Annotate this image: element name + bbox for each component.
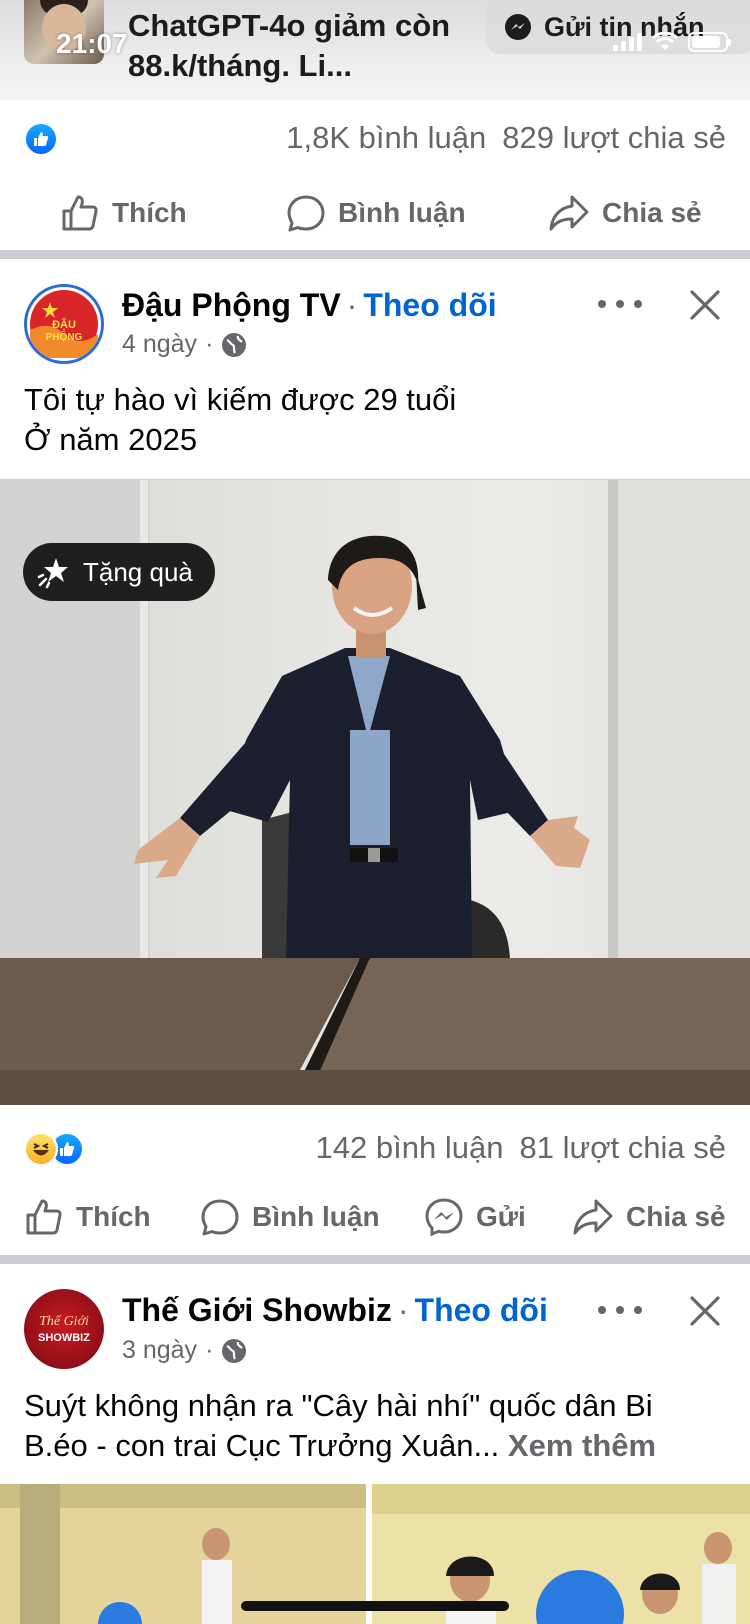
post-header-title: Thế Giới Showbiz · Theo dõi bbox=[122, 1292, 548, 1329]
sponsored-post-header: 21:07 ChatGPT-4o giảm còn 88.k/tháng. Li… bbox=[0, 0, 750, 100]
share-button[interactable]: Chia sẻ bbox=[572, 1197, 726, 1237]
share-label: Chia sẻ bbox=[626, 1201, 726, 1232]
top-post-actions: Thích Bình luận Chia sẻ bbox=[0, 178, 750, 248]
page-avatar[interactable]: ĐẬU PHỘNG bbox=[24, 284, 104, 364]
post-caption: Tôi tự hào vì kiếm được 29 tuổi Ở năm 20… bbox=[24, 380, 724, 460]
battery-icon bbox=[688, 32, 731, 52]
comment-button[interactable]: Bình luận bbox=[286, 193, 466, 233]
gift-button[interactable]: Tặng quà bbox=[23, 543, 215, 601]
share-button[interactable]: Chia sẻ bbox=[548, 193, 702, 233]
send-button[interactable]: Gửi bbox=[424, 1197, 526, 1237]
like-label: Thích bbox=[112, 197, 187, 228]
reaction-summary[interactable] bbox=[24, 1132, 84, 1166]
send-label: Gửi bbox=[476, 1201, 526, 1232]
globe-icon bbox=[222, 1338, 247, 1363]
messenger-icon bbox=[505, 14, 531, 40]
post-meta: 3 ngày · bbox=[122, 1336, 247, 1365]
post-stats: 142 bình luận 81 lượt chia sẻ bbox=[0, 1118, 750, 1178]
like-button[interactable]: Thích bbox=[60, 193, 187, 233]
like-reaction-icon bbox=[24, 122, 58, 156]
cellular-signal-icon bbox=[613, 33, 642, 51]
status-bar-time: 21:07 bbox=[56, 28, 128, 59]
post-header-title: Đậu Phộng TV · Theo dõi bbox=[122, 287, 497, 324]
comment-count[interactable]: 1,8K bình luận bbox=[286, 120, 486, 155]
page-name[interactable]: Đậu Phộng TV bbox=[122, 287, 341, 323]
post-actions: Thích Bình luận Gửi Chia sẻ bbox=[0, 1182, 750, 1252]
post-caption: Suýt không nhận ra "Cây hài nhí" quốc dâ… bbox=[24, 1386, 724, 1466]
messenger-icon bbox=[425, 1198, 463, 1237]
follow-button[interactable]: Theo dõi bbox=[363, 287, 496, 323]
page-name[interactable]: Thế Giới Showbiz bbox=[122, 1292, 392, 1328]
share-count[interactable]: 829 lượt chia sẻ bbox=[502, 120, 726, 155]
meta-separator: · bbox=[205, 330, 214, 358]
wifi-icon bbox=[652, 32, 678, 50]
like-label: Thích bbox=[76, 1201, 151, 1232]
svg-text:SHOWBIZ: SHOWBIZ bbox=[38, 1332, 90, 1344]
comment-bubble-icon bbox=[201, 1199, 239, 1236]
feed-divider bbox=[0, 250, 750, 259]
gift-star-icon bbox=[37, 558, 68, 589]
comment-button[interactable]: Bình luận bbox=[200, 1197, 380, 1237]
comment-label: Bình luận bbox=[252, 1201, 380, 1232]
share-count[interactable]: 81 lượt chia sẻ bbox=[519, 1130, 726, 1165]
dau-phong-logo: ĐẬU PHỘNG bbox=[30, 290, 98, 358]
post-time[interactable]: 4 ngày bbox=[122, 330, 197, 359]
share-arrow-icon bbox=[573, 1199, 613, 1235]
status-bar-icons bbox=[613, 32, 731, 52]
meta-separator: · bbox=[205, 1336, 214, 1364]
caption-line-1: Tôi tự hào vì kiếm được 29 tuổi bbox=[24, 382, 457, 417]
post-time[interactable]: 3 ngày bbox=[122, 1336, 197, 1365]
name-separator: · bbox=[397, 1292, 409, 1328]
comment-count[interactable]: 142 bình luận bbox=[316, 1130, 504, 1165]
feed-divider bbox=[0, 1255, 750, 1264]
share-label: Chia sẻ bbox=[602, 197, 702, 228]
reaction-summary[interactable] bbox=[24, 122, 58, 156]
more-options-button[interactable] bbox=[598, 1295, 642, 1325]
sponsored-post-title[interactable]: ChatGPT-4o giảm còn 88.k/tháng. Li... bbox=[128, 6, 458, 86]
close-icon[interactable] bbox=[688, 288, 722, 322]
more-options-button[interactable] bbox=[598, 289, 642, 319]
thumbs-up-icon bbox=[62, 195, 98, 231]
post-meta: 4 ngày · bbox=[122, 330, 247, 359]
caption-line-2: Ở năm 2025 bbox=[24, 422, 198, 457]
name-separator: · bbox=[346, 287, 358, 323]
svg-text:PHỘNG: PHỘNG bbox=[46, 330, 83, 343]
close-icon[interactable] bbox=[688, 1294, 722, 1328]
like-button[interactable]: Thích bbox=[24, 1197, 151, 1237]
home-indicator[interactable] bbox=[241, 1601, 509, 1611]
comment-label: Bình luận bbox=[338, 197, 466, 228]
page-avatar[interactable]: Thế Giới SHOWBIZ bbox=[24, 1289, 104, 1369]
svg-text:ĐẬU: ĐẬU bbox=[52, 318, 76, 331]
gift-label: Tặng quà bbox=[83, 556, 193, 587]
svg-text:Thế Giới: Thế Giới bbox=[39, 1314, 89, 1329]
share-arrow-icon bbox=[549, 195, 589, 231]
top-post-stats: 1,8K bình luận 829 lượt chia sẻ bbox=[0, 108, 750, 168]
see-more-link[interactable]: Xem thêm bbox=[508, 1428, 656, 1463]
globe-icon bbox=[222, 332, 247, 357]
comment-bubble-icon bbox=[287, 195, 325, 232]
follow-button[interactable]: Theo dõi bbox=[415, 1292, 548, 1328]
showbiz-logo: Thế Giới SHOWBIZ bbox=[38, 1314, 90, 1344]
thumbs-up-icon bbox=[26, 1199, 62, 1235]
haha-reaction-icon bbox=[24, 1132, 58, 1166]
